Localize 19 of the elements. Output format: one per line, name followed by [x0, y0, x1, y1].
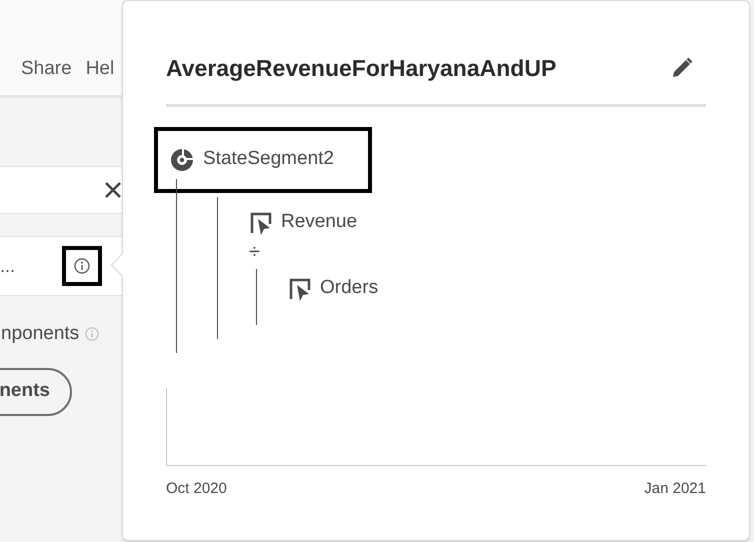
component-label: Revenue — [281, 210, 358, 234]
component-label: Orders — [320, 276, 378, 300]
metric-icon — [288, 276, 312, 300]
metric-icon — [249, 210, 273, 234]
axis-label: Jan 2021 — [644, 478, 706, 498]
divide-operator: ÷ — [249, 240, 261, 262]
component-label: StateSegment2 — [203, 147, 334, 172]
search-field[interactable] — [0, 166, 122, 214]
segment-icon — [170, 148, 194, 172]
close-icon[interactable] — [104, 181, 122, 199]
add-components-button[interactable]: nents — [0, 368, 72, 416]
section-label: nponents — [1, 322, 80, 346]
popover-title: AverageRevenueForHaryanaAndUP — [166, 54, 556, 83]
component-row[interactable]: ... — [0, 236, 122, 296]
component-name: ... — [0, 254, 16, 278]
axis-label: Oct 2020 — [166, 478, 227, 498]
info-icon[interactable] — [74, 258, 90, 274]
header-link[interactable]: Hel — [86, 54, 114, 83]
header-link[interactable]: Share — [21, 54, 72, 83]
